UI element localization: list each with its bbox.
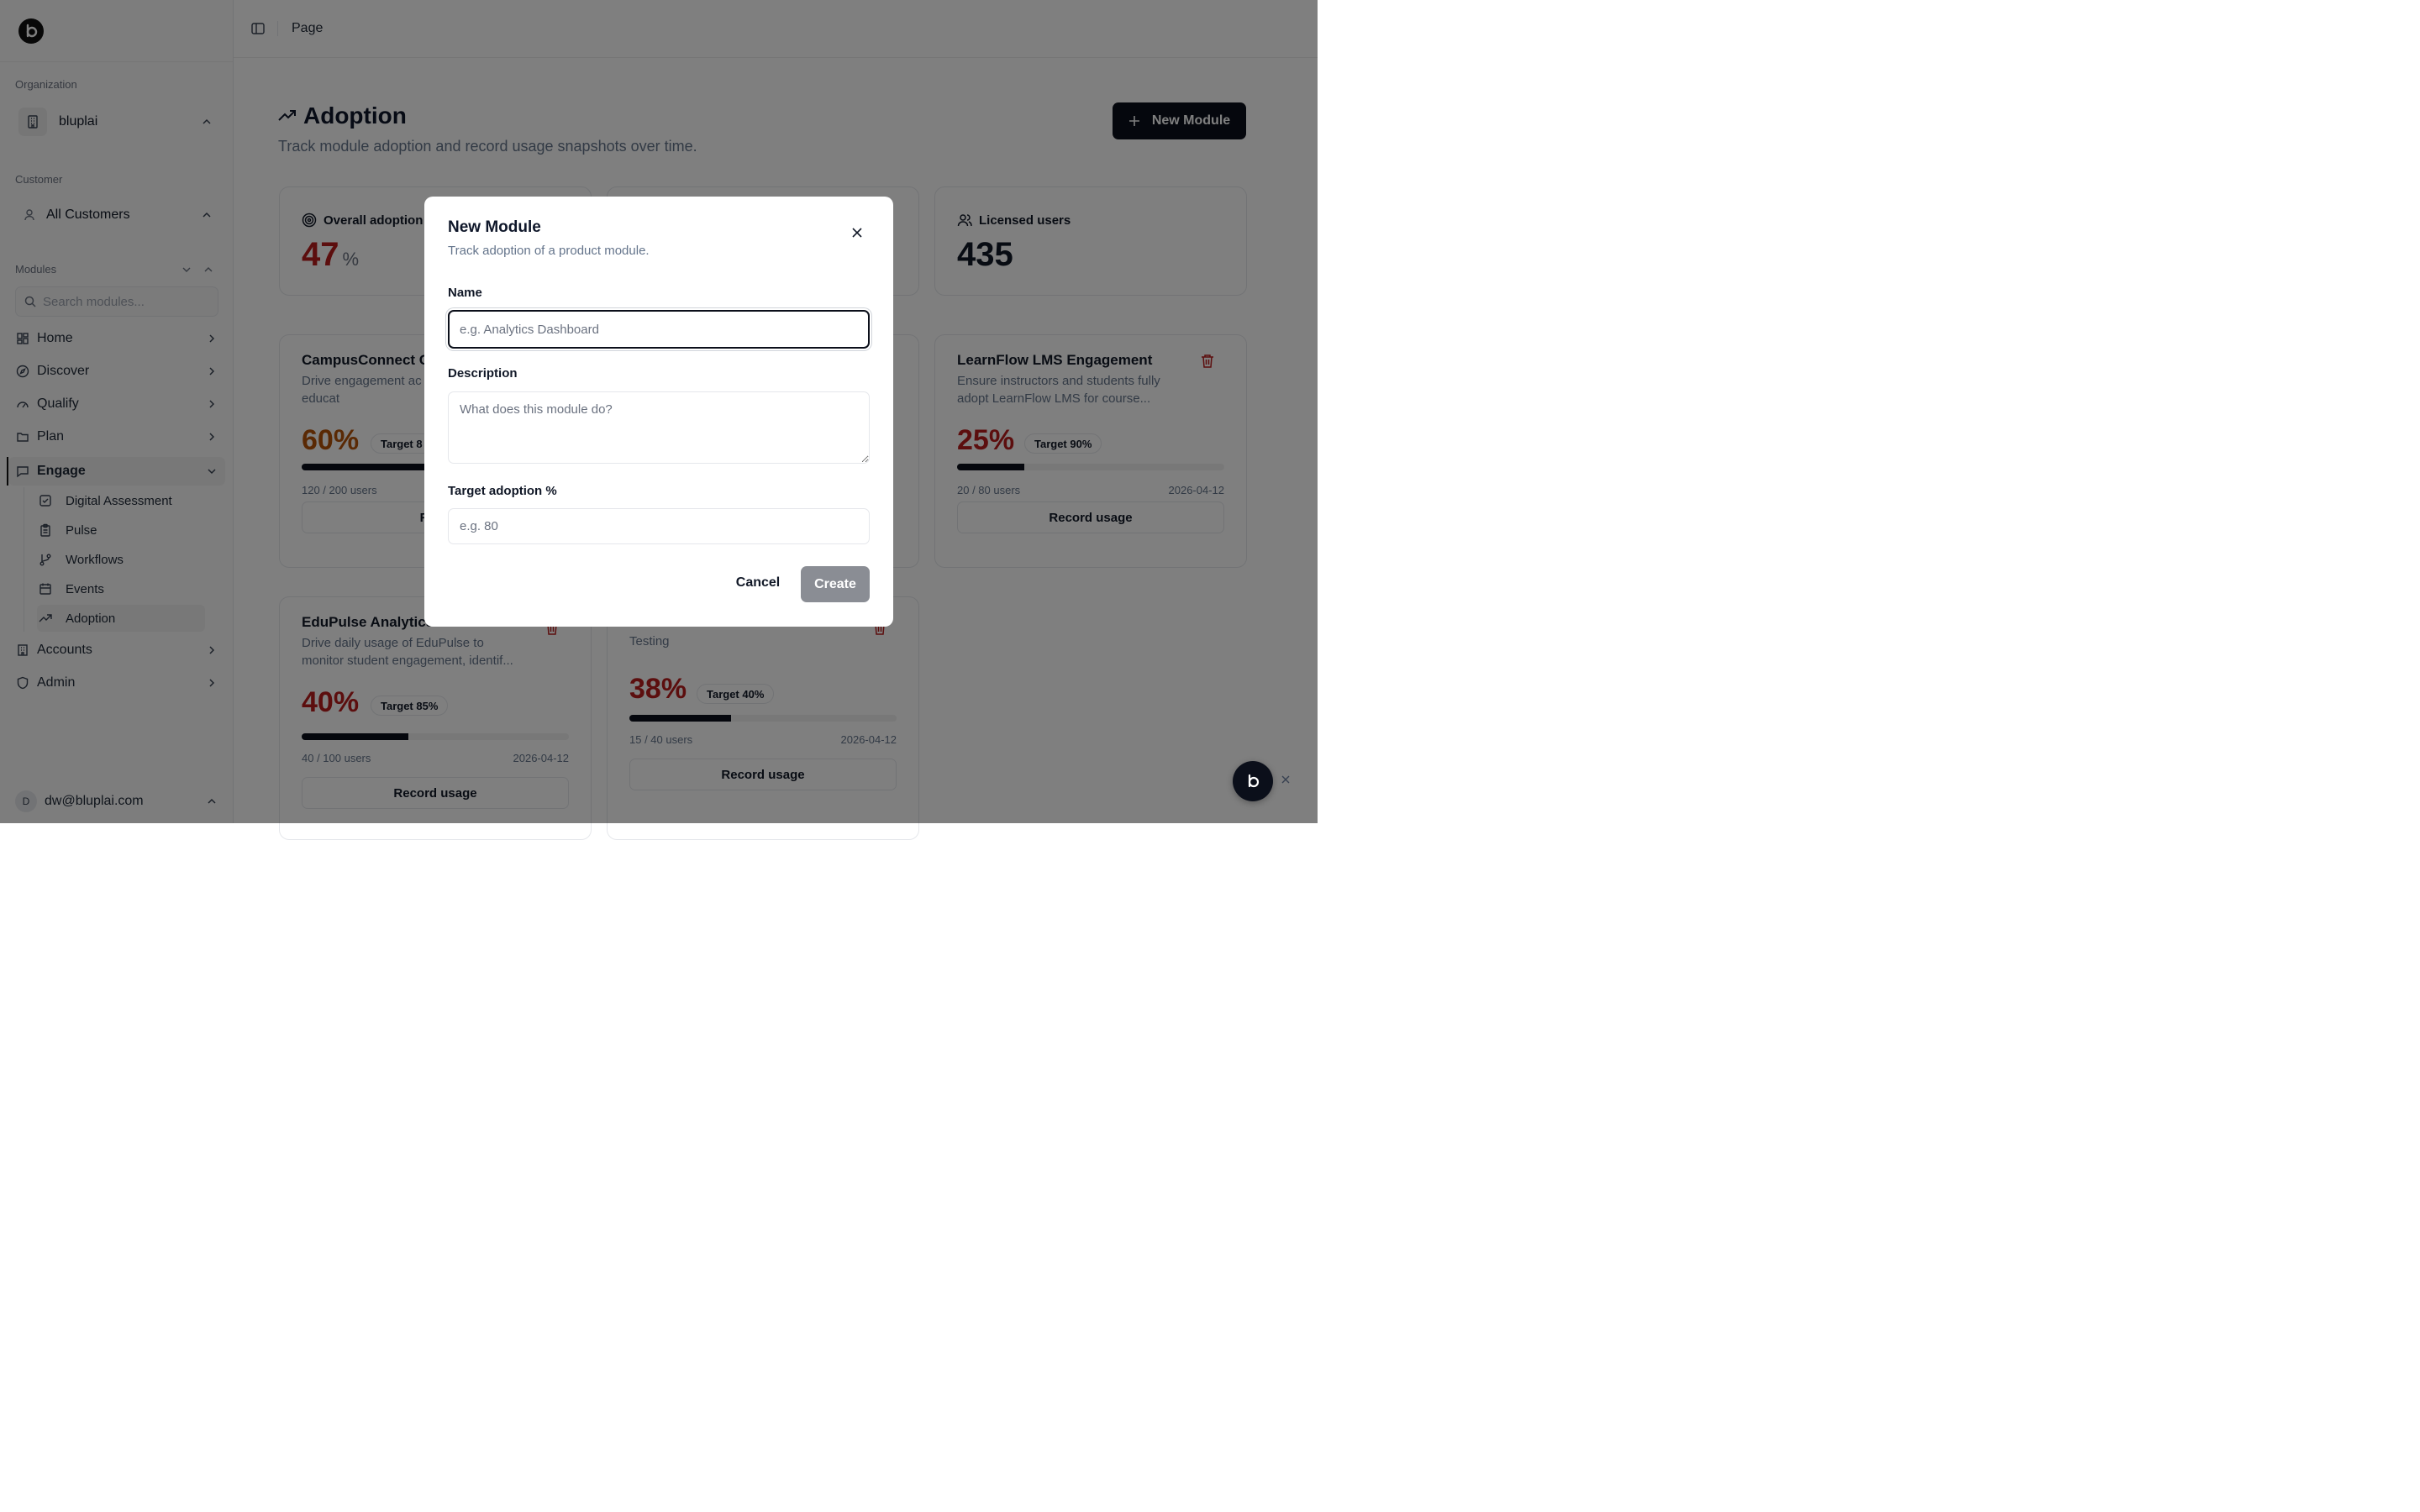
dialog-title: New Module [448,218,541,236]
cancel-button[interactable]: Cancel [727,566,789,600]
target-adoption-field[interactable] [448,508,870,544]
description-label: Description [448,366,518,381]
brand-b-icon [1248,774,1260,788]
dialog-subtitle: Track adoption of a product module. [448,244,650,258]
target-adoption-label: Target adoption % [448,484,557,498]
create-button[interactable]: Create [801,566,870,602]
assistant-launcher[interactable] [1233,761,1273,801]
close-icon[interactable] [1281,774,1291,785]
name-label: Name [448,286,482,300]
new-module-dialog: New Module Track adoption of a product m… [424,197,893,627]
description-field[interactable] [448,391,870,464]
name-field[interactable] [448,310,870,349]
close-icon[interactable] [850,225,865,240]
